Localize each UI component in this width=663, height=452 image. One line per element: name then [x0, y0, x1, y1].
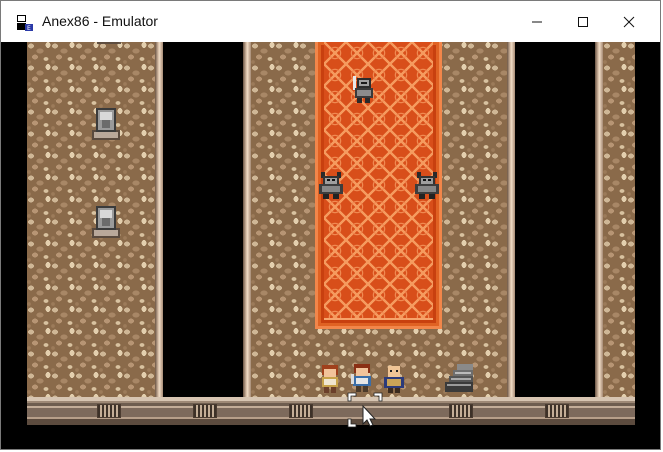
armor-stand-statue	[88, 104, 124, 142]
gargoyle-enemy[interactable]	[317, 170, 345, 200]
armored-knight-enemy[interactable]	[349, 74, 377, 104]
game-screen[interactable]	[11, 42, 650, 441]
armor-stand-statue	[91, 42, 127, 68]
close-button[interactable]	[606, 1, 652, 42]
gargoyle-enemy[interactable]	[413, 170, 441, 200]
game-viewport[interactable]	[11, 42, 650, 441]
wall-grate	[545, 404, 569, 418]
maximize-button[interactable]	[560, 1, 606, 42]
title-bar[interactable]: E Anex86 - Emulator	[1, 1, 660, 42]
emulator-window: E Anex86 - Emulator	[0, 0, 661, 450]
app-icon: E	[15, 14, 35, 32]
party-member-girl[interactable]	[316, 363, 344, 395]
minimize-button[interactable]	[514, 1, 560, 42]
dark-corridor	[163, 42, 243, 397]
pillar	[155, 42, 163, 397]
party-member-monk[interactable]	[380, 363, 408, 395]
close-icon	[623, 16, 635, 27]
pillar	[507, 42, 515, 397]
window-title: Anex86 - Emulator	[42, 13, 158, 29]
wall-grate	[449, 404, 473, 418]
svg-text:E: E	[27, 25, 31, 32]
selection-cursor-icon	[347, 392, 383, 433]
floor-right	[603, 42, 635, 397]
wall-grate	[193, 404, 217, 418]
dark-corridor	[515, 42, 595, 397]
party-member-boy[interactable]	[348, 362, 376, 394]
pillar	[243, 42, 251, 397]
pillar	[595, 42, 603, 397]
minimize-icon	[532, 21, 542, 22]
staircase[interactable]	[443, 362, 475, 399]
armor-stand-statue	[88, 202, 124, 240]
wall-grate	[97, 404, 121, 418]
maximize-icon	[578, 16, 588, 27]
wall-grate	[289, 404, 313, 418]
